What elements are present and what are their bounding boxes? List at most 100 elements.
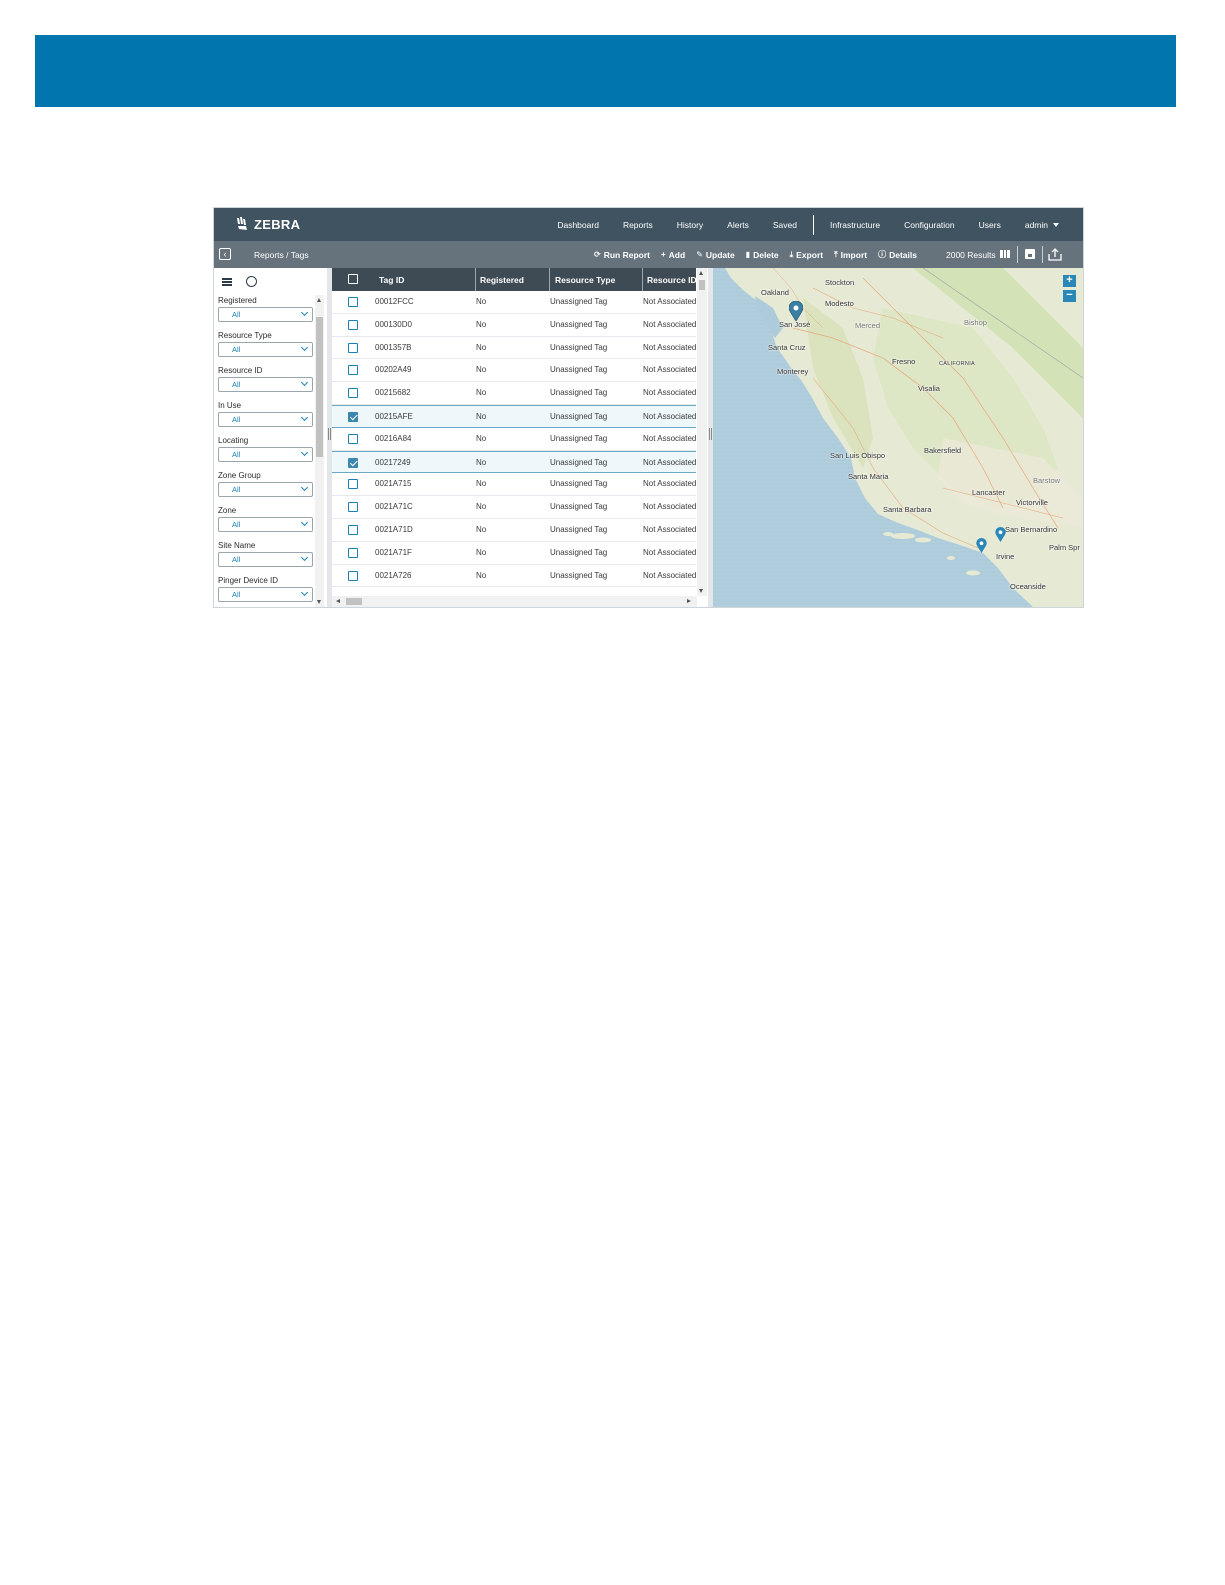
list-icon[interactable] xyxy=(222,277,232,286)
run-report-button[interactable]: ⟳ Run Report xyxy=(594,250,650,260)
filter-select[interactable]: All xyxy=(218,307,313,322)
row-checkbox[interactable] xyxy=(348,524,358,535)
history-icon[interactable] xyxy=(246,276,257,287)
filter-select[interactable]: All xyxy=(218,377,313,392)
filter-scrollbar[interactable] xyxy=(315,295,324,607)
scroll-down-icon[interactable] xyxy=(317,600,321,604)
row-checkbox[interactable] xyxy=(348,388,358,399)
nav-alerts[interactable]: Alerts xyxy=(715,220,761,230)
filter-select[interactable]: All xyxy=(218,342,313,357)
save-icon[interactable] xyxy=(1025,249,1035,259)
table-row[interactable]: 00216A84 No Unassigned Tag Not Associated xyxy=(332,428,696,451)
filter-tools xyxy=(222,276,257,287)
table-row[interactable]: 0001357B No Unassigned Tag Not Associated xyxy=(332,337,696,360)
row-checkbox[interactable] xyxy=(348,547,358,558)
run-report-label: Run Report xyxy=(603,249,650,260)
row-checkbox[interactable] xyxy=(348,457,358,468)
pencil-icon: ✎ xyxy=(696,250,703,259)
collapse-panel-button[interactable]: ‹ xyxy=(219,248,231,260)
map-pin-icon[interactable] xyxy=(789,301,803,321)
nav-configuration[interactable]: Configuration xyxy=(892,220,967,230)
filter-select[interactable]: All xyxy=(218,552,313,567)
filter-group: Site Name All xyxy=(218,541,313,576)
table-row[interactable]: 0021A726 No Unassigned Tag Not Associated xyxy=(332,565,696,588)
row-checkbox[interactable] xyxy=(348,433,358,444)
scroll-up-icon[interactable] xyxy=(317,298,321,302)
col-registered[interactable]: Registered xyxy=(475,268,550,291)
cell-registered: No xyxy=(476,502,487,512)
import-button[interactable]: ⤒ Import xyxy=(834,250,867,260)
table-row[interactable]: 0021A71F No Unassigned Tag Not Associated xyxy=(332,542,696,565)
scroll-right-icon[interactable] xyxy=(687,599,691,603)
col-resource-type[interactable]: Resource Type xyxy=(550,268,642,291)
table-horizontal-scrollbar[interactable] xyxy=(332,596,697,607)
update-button[interactable]: ✎ Update xyxy=(696,250,735,260)
row-checkbox[interactable] xyxy=(348,319,358,330)
scrollbar-thumb[interactable] xyxy=(316,317,323,457)
table-row[interactable]: 0021A71D No Unassigned Tag Not Associated xyxy=(332,519,696,542)
row-checkbox[interactable] xyxy=(348,502,358,513)
nav-reports[interactable]: Reports xyxy=(611,220,665,230)
share-report-icon[interactable] xyxy=(1048,247,1062,261)
columns-icon[interactable] xyxy=(1000,250,1011,258)
nav-history[interactable]: History xyxy=(665,220,715,230)
map-view[interactable]: Stockton Oakland Modesto San José Merced… xyxy=(713,268,1083,607)
nav-infrastructure[interactable]: Infrastructure xyxy=(818,220,892,230)
filter-group: Pinger Device ID All xyxy=(218,576,313,607)
filter-select[interactable]: All xyxy=(218,412,313,427)
col-tag-id[interactable]: Tag ID xyxy=(374,268,474,291)
map-label-san-jose: San José xyxy=(779,320,811,329)
row-checkbox[interactable] xyxy=(348,297,358,307)
table-row[interactable]: 00012FCC No Unassigned Tag Not Associated xyxy=(332,291,696,314)
zoom-out-button[interactable]: − xyxy=(1063,290,1076,302)
add-button[interactable]: + Add xyxy=(661,250,685,260)
table-row[interactable]: 0021A71C No Unassigned Tag Not Associated xyxy=(332,496,696,519)
filter-select[interactable]: All xyxy=(218,482,313,497)
map-label-victorville: Victorville xyxy=(1016,498,1048,507)
cell-resource-id: Not Associated xyxy=(643,457,696,467)
grip-icon xyxy=(709,428,712,440)
user-menu[interactable]: admin xyxy=(1013,220,1071,230)
export-button[interactable]: ⤓ Export xyxy=(790,250,823,260)
row-checkbox[interactable] xyxy=(348,411,358,422)
nav-saved[interactable]: Saved xyxy=(761,220,809,230)
toolbar-actions: ⟳ Run Report + Add ✎ Update ▮ Delete ⤓ Export… xyxy=(594,241,917,268)
zebra-logo[interactable]: ZEBRA xyxy=(234,216,300,232)
nav-users[interactable]: Users xyxy=(967,220,1013,230)
filter-select[interactable]: All xyxy=(218,517,313,532)
details-button[interactable]: ⓘ Details xyxy=(878,249,917,260)
scrollbar-thumb[interactable] xyxy=(699,280,705,290)
nav-dashboard[interactable]: Dashboard xyxy=(545,220,611,230)
table-row[interactable]: 00217249 No Unassigned Tag Not Associated xyxy=(332,450,696,474)
row-checkbox[interactable] xyxy=(348,365,358,376)
map-pin-icon[interactable] xyxy=(995,527,1006,542)
scrollbar-thumb[interactable] xyxy=(346,598,362,605)
scroll-left-icon[interactable] xyxy=(336,599,340,603)
col-resource-id[interactable]: Resource ID xyxy=(642,268,696,291)
filter-label: In Use xyxy=(218,401,242,410)
refresh-icon: ⟳ xyxy=(594,250,601,259)
row-checkbox[interactable] xyxy=(348,479,358,490)
map-pin-icon[interactable] xyxy=(976,538,987,553)
scroll-down-icon[interactable] xyxy=(699,589,703,593)
table-row[interactable]: 000130D0 No Unassigned Tag Not Associated xyxy=(332,314,696,337)
cell-resource-type: Unassigned Tag xyxy=(550,297,608,306)
filter-group: Resource Type All xyxy=(218,331,313,366)
filter-select[interactable]: All xyxy=(218,447,313,462)
table-row[interactable]: 00202A49 No Unassigned Tag Not Associated xyxy=(332,359,696,383)
report-toolbar: ‹ Reports / Tags ⟳ Run Report + Add ✎ Updat… xyxy=(214,241,1083,268)
row-checkbox[interactable] xyxy=(348,342,358,353)
select-all-checkbox[interactable] xyxy=(348,274,358,284)
table-vertical-scrollbar[interactable] xyxy=(697,268,707,596)
zoom-in-button[interactable]: + xyxy=(1063,275,1076,287)
table-row[interactable]: 00215AFE No Unassigned Tag Not Associated xyxy=(332,404,696,428)
table-row[interactable]: 00215682 No Unassigned Tag Not Associated xyxy=(332,382,696,405)
delete-button[interactable]: ▮ Delete xyxy=(746,250,779,260)
scroll-up-icon[interactable] xyxy=(699,271,703,275)
update-label: Update xyxy=(705,249,735,260)
cell-registered: No xyxy=(476,547,487,557)
table-row[interactable]: 0021A715 No Unassigned Tag Not Associated xyxy=(332,473,696,497)
row-checkbox[interactable] xyxy=(348,570,358,581)
filter-group: Registered All xyxy=(218,296,313,331)
filter-select[interactable]: All xyxy=(218,587,313,602)
